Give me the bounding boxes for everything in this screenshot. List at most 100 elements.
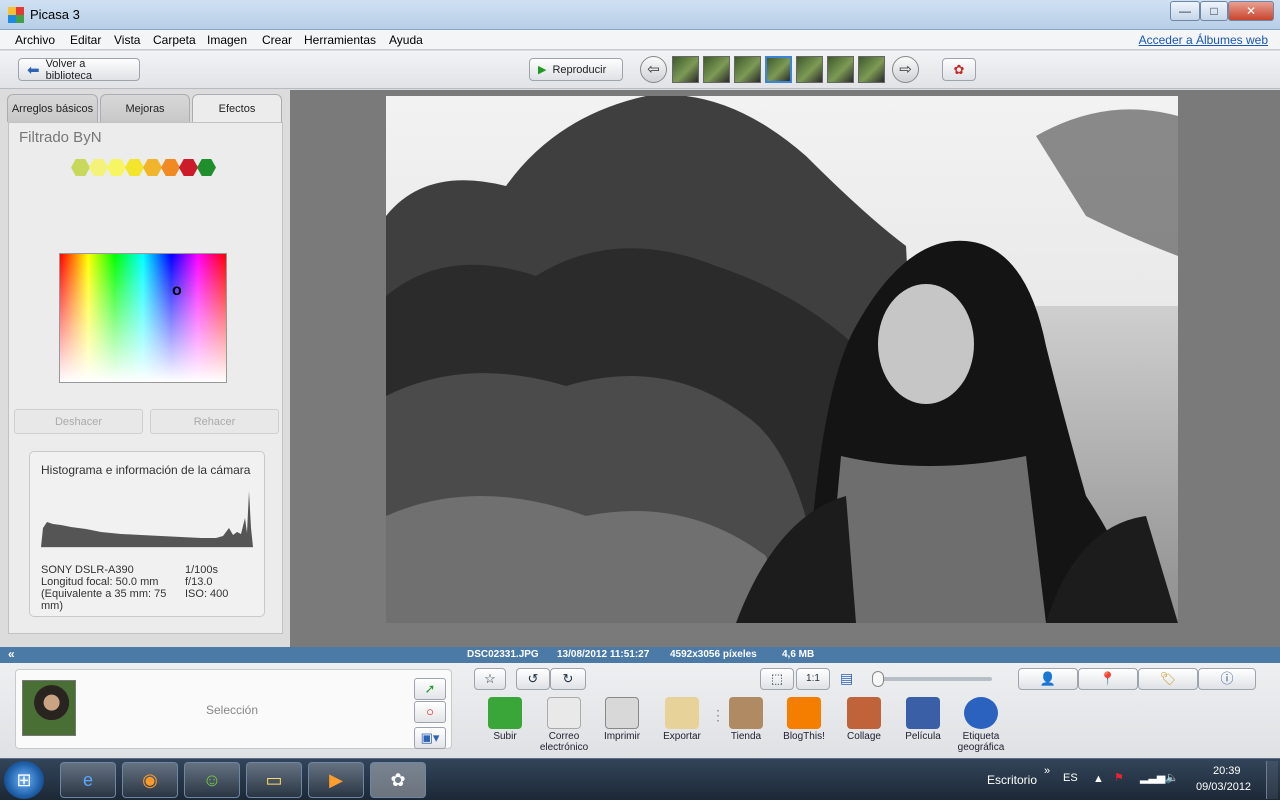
explorer-folder-icon[interactable]: ▭ [246, 762, 302, 798]
toolbar: ⬅ Volver a biblioteca ▶ Reproducir ⇦ ⇨ ✿ [0, 51, 1280, 89]
show-desktop-button[interactable] [1266, 761, 1278, 799]
export-label: Exportar [663, 731, 701, 742]
menu-crear[interactable]: Crear [262, 33, 292, 47]
effects-content: Filtrado ByN o Deshacer Rehacer Histogra… [8, 122, 283, 634]
undo-button[interactable]: Deshacer [14, 409, 143, 434]
color-picker-marker[interactable]: o [172, 282, 182, 300]
rotate-left-icon[interactable]: ↺ [516, 668, 550, 690]
upload-share-button[interactable]: ✿ [942, 58, 976, 81]
people-icon[interactable]: 👤 [1018, 668, 1078, 690]
fit-view-icon[interactable]: ⬚ [760, 668, 794, 690]
internet-explorer-icon[interactable]: e [60, 762, 116, 798]
play-slideshow-button[interactable]: ▶ Reproducir [529, 58, 623, 81]
network-signal-icon[interactable]: ▂▃▅ [1140, 771, 1165, 784]
file-date: 13/08/2012 11:51:27 [557, 649, 650, 660]
menu-vista[interactable]: Vista [114, 33, 140, 47]
back-arrow-icon: ⬅ [27, 61, 40, 79]
menu-archivo[interactable]: Archivo [15, 33, 55, 47]
menu-ayuda[interactable]: Ayuda [389, 33, 423, 47]
action-center-flag-icon[interactable]: ⚑ [1114, 771, 1124, 784]
tab-effects[interactable]: Efectos [192, 94, 282, 123]
filmstrip-thumbnail[interactable] [672, 56, 699, 83]
upload-action[interactable]: Subir [477, 697, 533, 742]
upload-arrow-icon [488, 697, 522, 729]
menu-herramientas[interactable]: Herramientas [304, 33, 376, 47]
bottom-tray: Selección ➚ ○ ▣▾ ☆ ↺ ↻ ⬚ 1:1 ▤ 👤 📍 🏷 ⓘ S… [0, 663, 1280, 758]
google-earth-icon [964, 697, 998, 729]
clock-time[interactable]: 20:39 [1213, 765, 1241, 777]
collage-action[interactable]: Collage [836, 697, 892, 742]
email-action[interactable]: Correo electrónico [536, 697, 592, 753]
desktop-toolbar-label[interactable]: Escritorio [987, 773, 1037, 787]
color-picker[interactable]: o [59, 253, 227, 383]
filmstrip-thumbnail-selected[interactable] [765, 56, 792, 83]
color-swatch[interactable] [125, 158, 144, 177]
shop-action[interactable]: Tienda [718, 697, 774, 742]
messenger-icon[interactable]: ☺ [184, 762, 240, 798]
edit-panel: Arreglos básicos Mejoras Efectos Filtrad… [0, 90, 290, 647]
export-action[interactable]: Exportar [654, 697, 710, 742]
show-hidden-icons-icon[interactable]: ▲ [1093, 773, 1104, 785]
iso: ISO: 400 [185, 588, 229, 600]
filmstrip-thumbnail[interactable] [796, 56, 823, 83]
color-swatch[interactable] [89, 158, 108, 177]
color-swatch[interactable] [107, 158, 126, 177]
filmstrip-thumbnail[interactable] [703, 56, 730, 83]
back-to-library-button[interactable]: ⬅ Volver a biblioteca [18, 58, 140, 82]
tags-icon[interactable]: 🏷 [1138, 668, 1198, 690]
rotate-right-icon[interactable]: ↻ [550, 668, 586, 690]
album-dropdown-icon[interactable]: ▣▾ [414, 727, 446, 749]
color-swatch[interactable] [161, 158, 180, 177]
info-icon[interactable]: ⓘ [1198, 668, 1256, 690]
close-button[interactable]: ✕ [1228, 1, 1274, 21]
filmstrip-thumbnail[interactable] [858, 56, 885, 83]
toolbar-expand-icon[interactable]: » [1044, 765, 1050, 777]
print-label: Imprimir [603, 731, 641, 742]
picasa-taskbar-icon[interactable]: ✿ [370, 762, 426, 798]
menu-bar: Archivo Editar Vista Carpeta Imagen Crea… [0, 30, 1280, 50]
blogger-icon [787, 697, 821, 729]
geotag-pin-icon[interactable]: 📍 [1078, 668, 1138, 690]
menu-carpeta[interactable]: Carpeta [153, 33, 196, 47]
minimize-button[interactable]: — [1170, 1, 1200, 21]
collapse-panel-button[interactable]: « [8, 647, 15, 661]
color-swatch[interactable] [71, 158, 90, 177]
histogram-chart [41, 491, 253, 548]
start-button-icon[interactable]: ⊞ [4, 761, 44, 799]
color-swatch[interactable] [197, 158, 216, 177]
tab-tuning[interactable]: Mejoras [100, 94, 190, 122]
filmstrip-thumbnail[interactable] [827, 56, 854, 83]
maximize-button[interactable]: □ [1200, 1, 1228, 21]
zoom-slider-handle[interactable] [872, 671, 884, 687]
blogthis-action[interactable]: BlogThis! [776, 697, 832, 742]
color-swatch[interactable] [143, 158, 162, 177]
clock-date[interactable]: 09/03/2012 [1196, 781, 1251, 793]
zoom-slider[interactable] [872, 671, 992, 687]
star-icon[interactable]: ☆ [474, 668, 506, 690]
photo-bw[interactable] [386, 96, 1178, 623]
filmstrip-thumbnail[interactable] [734, 56, 761, 83]
previous-photo-button[interactable]: ⇦ [640, 56, 667, 83]
movie-action[interactable]: Película [895, 697, 951, 742]
color-swatch[interactable] [179, 158, 198, 177]
menu-imagen[interactable]: Imagen [207, 33, 247, 47]
file-size: 4,6 MB [782, 649, 815, 660]
play-label: Reproducir [552, 63, 607, 76]
actual-size-icon[interactable]: 1:1 [796, 668, 830, 690]
tab-basic-fixes[interactable]: Arreglos básicos [7, 94, 98, 122]
geotag-action[interactable]: Etiqueta geográfica [953, 697, 1009, 753]
volume-icon[interactable]: 🔈 [1165, 771, 1179, 784]
hold-pin-icon[interactable]: ➚ [414, 678, 446, 700]
next-photo-button[interactable]: ⇨ [892, 56, 919, 83]
menu-editar[interactable]: Editar [70, 33, 101, 47]
web-albums-link[interactable]: Acceder a Álbumes web [1139, 33, 1268, 47]
redo-button[interactable]: Rehacer [150, 409, 279, 434]
print-action[interactable]: Imprimir [594, 697, 650, 742]
media-player-icon[interactable]: ▶ [308, 762, 364, 798]
clear-selection-icon[interactable]: ○ [414, 701, 446, 723]
windows-taskbar: ⊞ e ◉ ☺ ▭ ▶ ✿ Escritorio » ES ▲ ⚑ ▂▃▅ 🔈 … [0, 758, 1280, 800]
language-indicator[interactable]: ES [1063, 772, 1078, 784]
firefox-icon[interactable]: ◉ [122, 762, 178, 798]
envelope-icon [547, 697, 581, 729]
selected-photo-thumbnail[interactable] [22, 680, 76, 736]
